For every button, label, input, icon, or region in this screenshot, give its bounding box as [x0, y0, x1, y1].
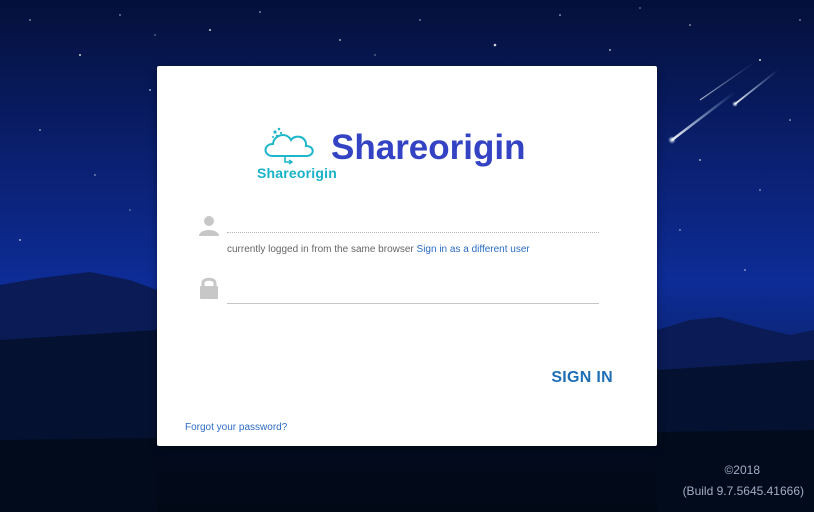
session-hint: currently logged in from the same browse…: [227, 244, 530, 255]
login-card: Shareorigin Shareorigin currently logged…: [157, 66, 657, 446]
username-field[interactable]: [227, 208, 599, 233]
sign-in-button[interactable]: SIGN IN: [527, 365, 613, 391]
forgot-password-link[interactable]: Forgot your password?: [185, 422, 287, 433]
brand-logo: Shareorigin Shareorigin: [255, 122, 525, 186]
password-field[interactable]: [227, 279, 599, 304]
copyright-text: ©2018: [724, 463, 760, 477]
build-version: (Build 9.7.5645.41666): [682, 484, 804, 498]
user-icon: [199, 216, 219, 236]
sign-in-different-user-link[interactable]: Sign in as a different user: [417, 244, 530, 255]
session-hint-text: currently logged in from the same browse…: [227, 244, 414, 255]
lock-icon: [200, 277, 218, 299]
logo-wordmark: Shareorigin: [257, 165, 337, 181]
brand-name: Shareorigin: [331, 128, 526, 167]
